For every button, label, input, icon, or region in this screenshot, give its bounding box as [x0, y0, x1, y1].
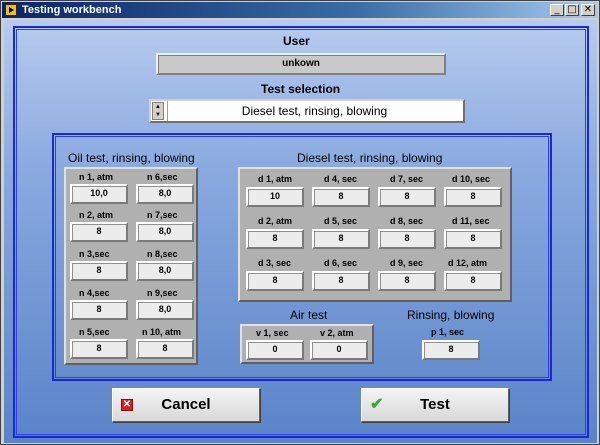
- field-label: d 4, sec: [324, 174, 358, 184]
- field-label: v 1, sec: [256, 328, 289, 338]
- test-selection-ring[interactable]: ▲ ▼ Diesel test, rinsing, blowing: [149, 99, 465, 123]
- field-label: d 3, sec: [258, 258, 292, 268]
- field-label: n 3,sec: [79, 249, 110, 259]
- oil-n8-field[interactable]: 8,0: [136, 261, 194, 281]
- field-label: d 12, atm: [448, 258, 488, 268]
- oil-n4-field[interactable]: 8: [70, 300, 128, 320]
- air-heading: Air test: [290, 308, 328, 322]
- oil-group: n 1, atm 10,0 n 6,sec 8,0 n 2, atm 8 n 7…: [64, 167, 198, 365]
- field-label: d 2, atm: [258, 216, 293, 226]
- rinsing-p1-field[interactable]: 8: [422, 340, 480, 360]
- app-window: Testing workbench _ □ ✕ User unkown Test…: [0, 0, 600, 445]
- field-label: n 7,sec: [147, 210, 178, 220]
- diesel-d10-field[interactable]: 8: [444, 187, 502, 207]
- diesel-d12-field[interactable]: 8: [444, 271, 502, 291]
- air-v2-field[interactable]: 0: [310, 340, 368, 360]
- diesel-d5-field[interactable]: 8: [312, 229, 370, 249]
- field-label: d 10, sec: [452, 174, 491, 184]
- minimize-button[interactable]: _: [550, 4, 564, 16]
- selection-spinner[interactable]: ▲ ▼: [152, 102, 164, 120]
- oil-n1-field[interactable]: 10,0: [70, 184, 128, 204]
- diesel-d8-field[interactable]: 8: [378, 229, 436, 249]
- cancel-icon: ✕: [121, 399, 133, 411]
- field-label: d 8, sec: [390, 216, 424, 226]
- close-button[interactable]: ✕: [581, 4, 595, 16]
- test-selection-value: Diesel test, rinsing, blowing: [167, 101, 461, 121]
- oil-heading: Oil test, rinsing, blowing: [68, 151, 195, 165]
- field-label: n 6,sec: [147, 172, 178, 182]
- rinsing-heading: Rinsing, blowing: [407, 308, 495, 322]
- field-label: n 5,sec: [79, 327, 110, 337]
- spinner-down-icon[interactable]: ▼: [153, 111, 163, 119]
- field-label: v 2, atm: [320, 328, 354, 338]
- field-label: d 9, sec: [390, 258, 424, 268]
- diesel-heading: Diesel test, rinsing, blowing: [297, 151, 443, 165]
- diesel-d11-field[interactable]: 8: [444, 229, 502, 249]
- client-area: User unkown Test selection ▲ ▼ Diesel te…: [4, 20, 597, 443]
- user-heading: User: [283, 34, 310, 48]
- field-label: n 10, atm: [142, 327, 182, 337]
- air-group: v 1, sec 0 v 2, atm 0: [240, 324, 374, 364]
- field-label: n 4,sec: [79, 288, 110, 298]
- test-label: Test: [420, 396, 450, 413]
- diesel-d7-field[interactable]: 8: [378, 187, 436, 207]
- title-bar: Testing workbench _ □ ✕: [2, 2, 598, 18]
- user-field: unkown: [156, 53, 446, 75]
- diesel-d2-field[interactable]: 8: [246, 229, 304, 249]
- field-label: n 2, atm: [79, 210, 114, 220]
- field-label: d 5, sec: [324, 216, 358, 226]
- diesel-d6-field[interactable]: 8: [312, 271, 370, 291]
- diesel-d1-field[interactable]: 10: [246, 187, 304, 207]
- diesel-d4-field[interactable]: 8: [312, 187, 370, 207]
- maximize-button[interactable]: □: [565, 4, 579, 16]
- oil-n5-field[interactable]: 8: [70, 339, 128, 359]
- test-selection-heading: Test selection: [261, 82, 341, 96]
- window-title: Testing workbench: [22, 4, 122, 16]
- test-button[interactable]: ✔ Test: [361, 388, 509, 422]
- oil-n3-field[interactable]: 8: [70, 261, 128, 281]
- field-label: p 1, sec: [431, 327, 465, 337]
- oil-n6-field[interactable]: 8,0: [136, 184, 194, 204]
- diesel-d9-field[interactable]: 8: [378, 271, 436, 291]
- field-label: d 11, sec: [452, 216, 490, 226]
- field-label: n 8,sec: [147, 249, 178, 259]
- field-label: d 1, atm: [258, 174, 293, 184]
- diesel-d3-field[interactable]: 8: [246, 271, 304, 291]
- oil-n9-field[interactable]: 8,0: [136, 300, 194, 320]
- spinner-up-icon[interactable]: ▲: [153, 103, 163, 111]
- cancel-label: Cancel: [161, 396, 211, 413]
- checkmark-icon: ✔: [370, 396, 384, 413]
- field-label: n 9,sec: [147, 288, 178, 298]
- oil-n10-field[interactable]: 8: [136, 339, 194, 359]
- air-v1-field[interactable]: 0: [246, 340, 304, 360]
- field-label: n 1, atm: [79, 172, 114, 182]
- oil-n2-field[interactable]: 8: [70, 222, 128, 242]
- diesel-group: d 1, atm 10 d 4, sec 8 d 7, sec 8 d 10, …: [238, 167, 512, 302]
- field-label: d 7, sec: [390, 174, 424, 184]
- field-label: d 6, sec: [324, 258, 358, 268]
- app-icon: [5, 4, 17, 16]
- oil-n7-field[interactable]: 8,0: [136, 222, 194, 242]
- cancel-button[interactable]: ✕ Cancel: [112, 388, 260, 422]
